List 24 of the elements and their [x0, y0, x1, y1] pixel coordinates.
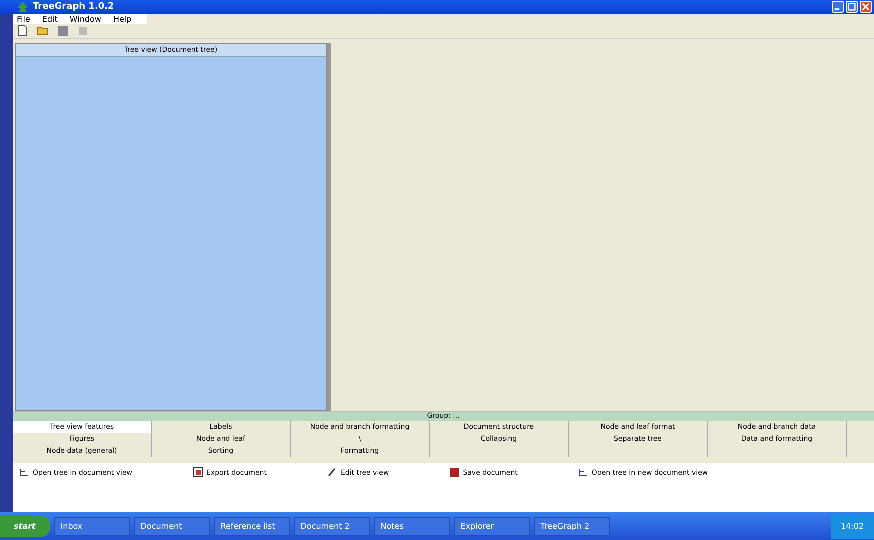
menu-item[interactable]: Help	[113, 14, 132, 24]
close-icon	[862, 3, 870, 11]
tree-icon	[578, 467, 589, 478]
taskbar-item[interactable]: Document 2	[294, 516, 370, 536]
system-tray: 14:02	[830, 514, 874, 538]
tree-icon	[17, 1, 29, 13]
menu-item[interactable]: Window	[70, 14, 102, 24]
maximize-button[interactable]	[846, 1, 858, 13]
taskbar-item[interactable]: Notes	[374, 516, 450, 536]
taskbar-item[interactable]: Inbox	[54, 516, 130, 536]
taskbar-item[interactable]: Document	[134, 516, 210, 536]
window-title: TreeGraph 1.0.2	[33, 2, 114, 12]
menu-item[interactable]: Edit	[42, 14, 58, 24]
minimize-button[interactable]	[832, 1, 844, 13]
picture-icon	[192, 467, 204, 478]
start-button[interactable]: start	[0, 516, 50, 536]
taskbar-item[interactable]: Reference list	[214, 516, 290, 536]
maximize-icon	[848, 3, 856, 11]
close-button[interactable]	[860, 1, 872, 13]
taskbar-item[interactable]: Explorer	[454, 516, 530, 536]
menu-item[interactable]: File	[17, 14, 30, 24]
pencil-icon	[326, 467, 338, 478]
tree-icon	[19, 467, 30, 478]
taskbar-item[interactable]: TreeGraph 2	[534, 516, 610, 536]
